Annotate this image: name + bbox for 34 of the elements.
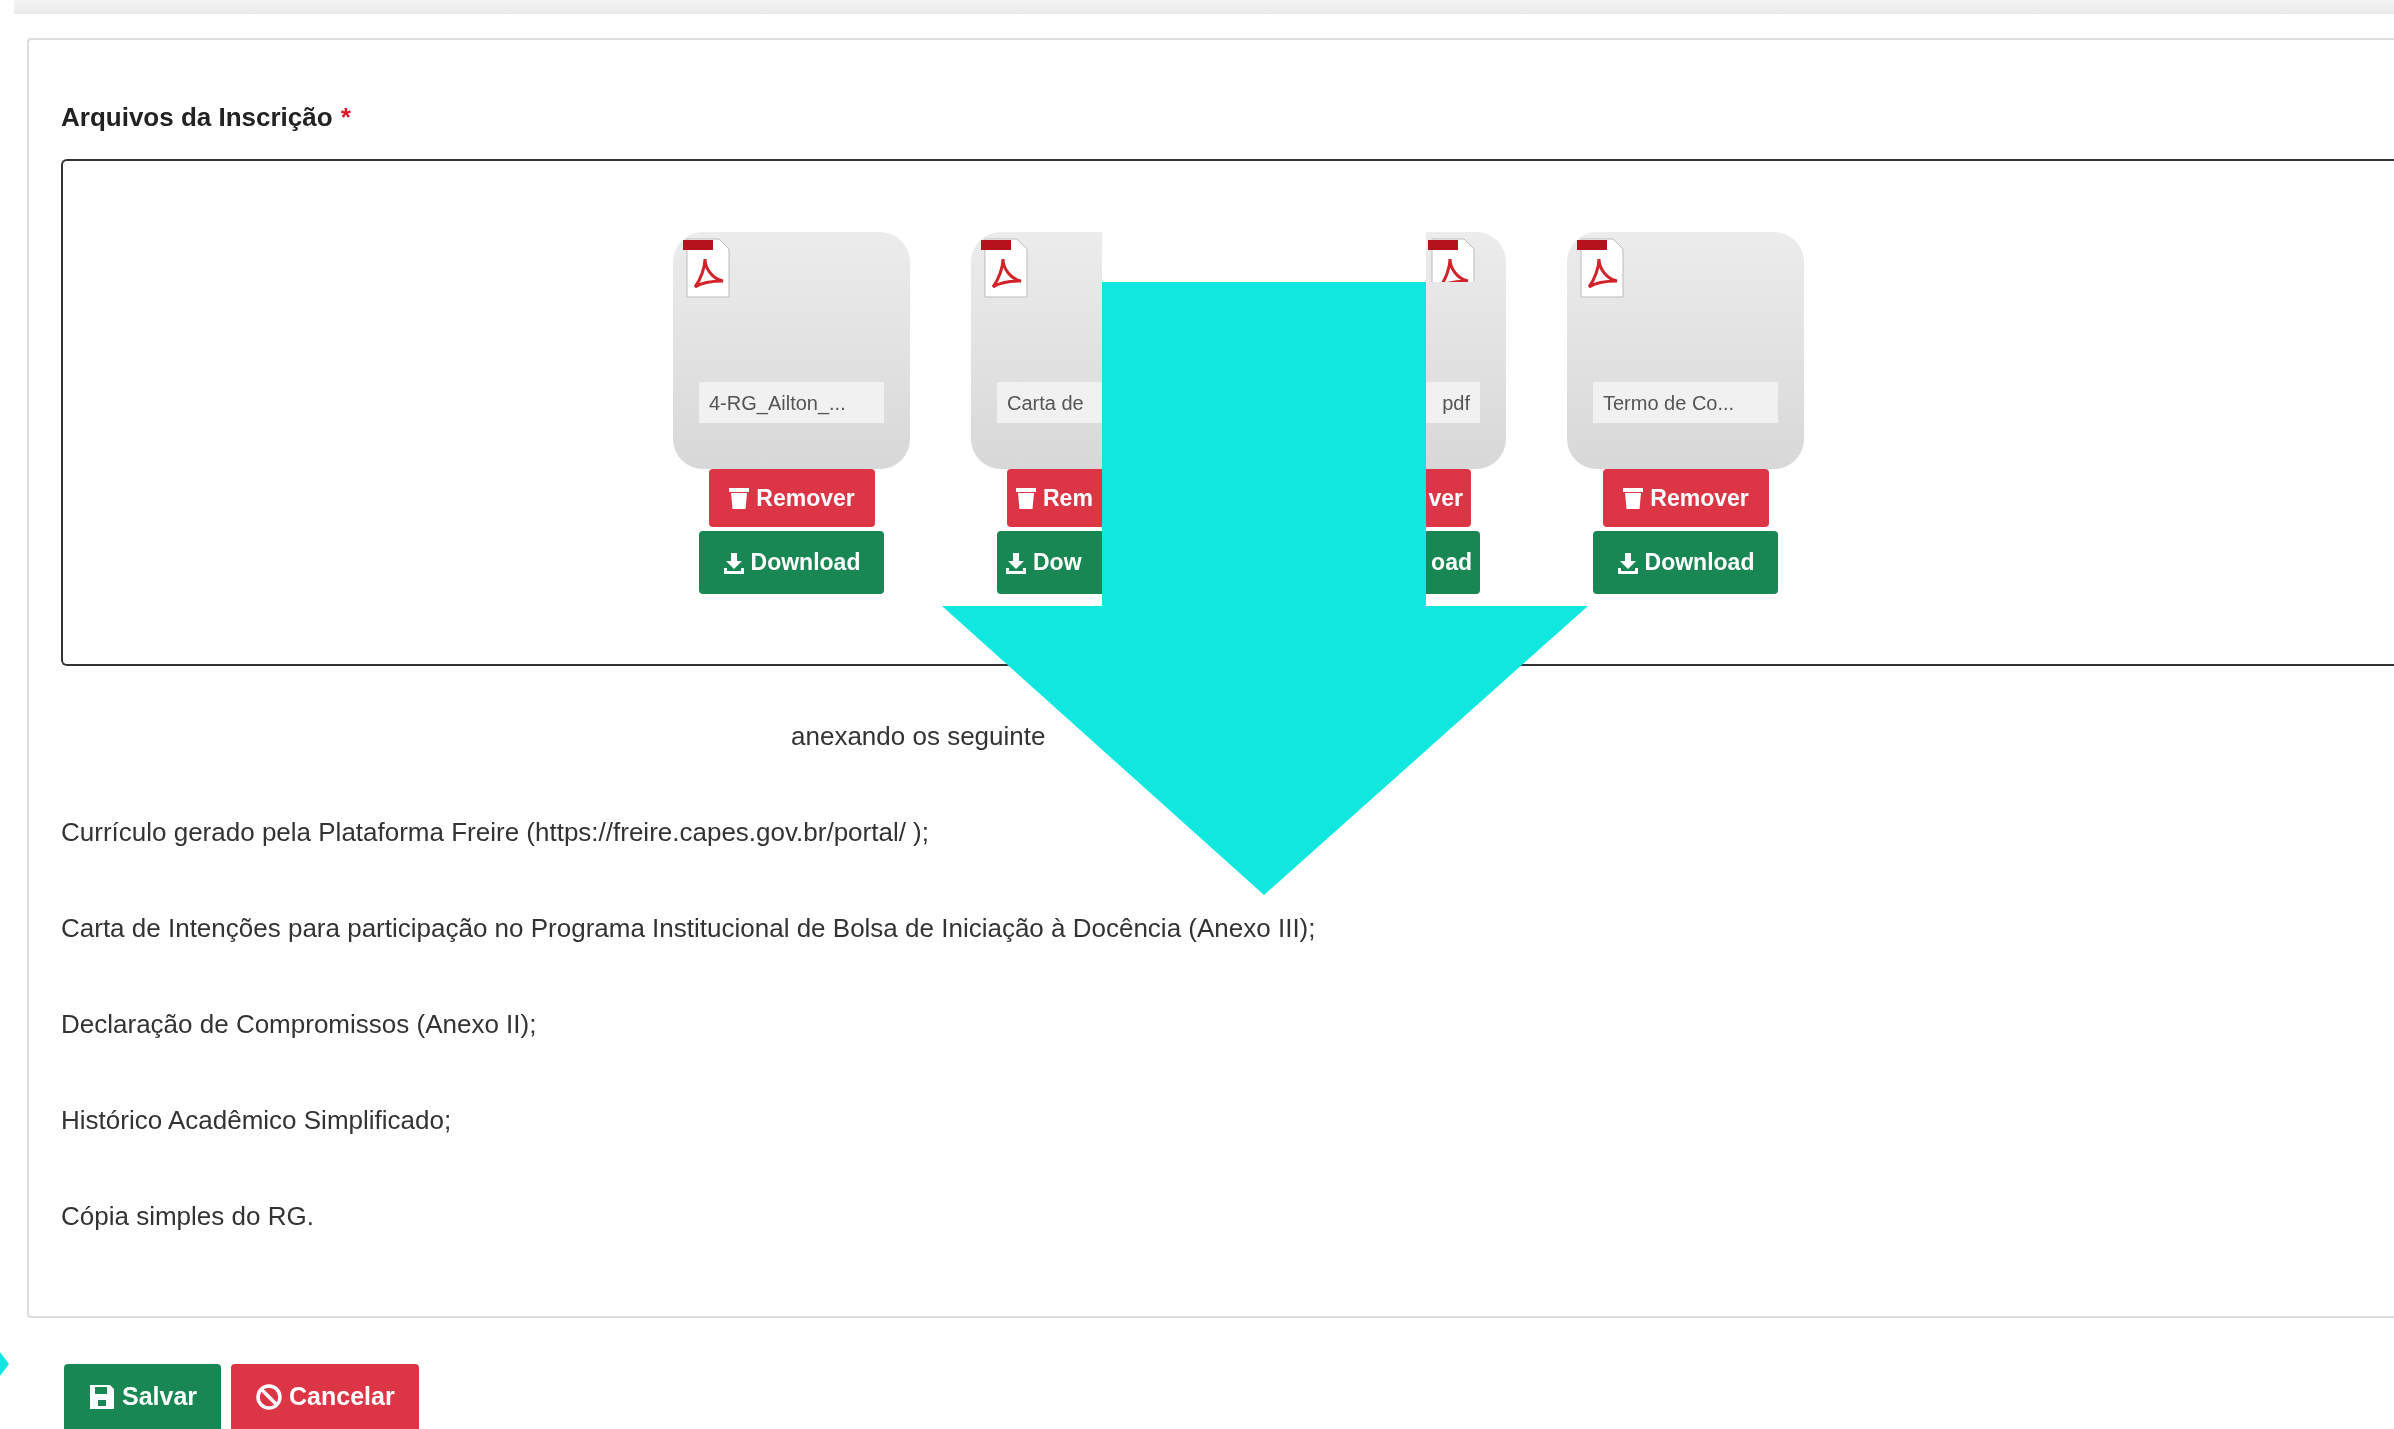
ban-icon — [255, 1383, 284, 1411]
file-name: Termo de Co... — [1593, 382, 1778, 423]
pdf-file-icon — [1426, 237, 1478, 282]
download-icon — [1005, 550, 1027, 575]
pdf-file-icon — [681, 237, 733, 299]
remove-button[interactable]: Rem — [1007, 469, 1103, 527]
requirement-text: Carta de Intenções para participação no Programa Institucional de Bolsa de Iniciação à Docência (Anexo III); — [61, 912, 1317, 945]
file-name: pdf — [1426, 382, 1480, 423]
requirement-text: Declaração de Compromissos (Anexo II); — [61, 1008, 538, 1041]
file-name: 4-RG_Ailton_... — [699, 382, 884, 423]
download-icon — [1616, 550, 1639, 575]
requirement-text: Currículo gerado pela Plataforma Freire (https://freire.capes.gov.br/portal/ ); — [61, 816, 930, 849]
requirement-text: Histórico Acadêmico Simplificado; — [61, 1104, 453, 1137]
save-button[interactable]: Salvar — [64, 1364, 222, 1429]
cancel-button[interactable]: Cancelar — [231, 1364, 419, 1429]
instruction-text: anexando os seguinte — [791, 720, 1047, 753]
download-button[interactable]: oad — [1426, 531, 1480, 594]
download-button[interactable]: Download — [1593, 531, 1778, 594]
pdf-file-icon — [979, 237, 1031, 299]
remove-button[interactable]: Remover — [708, 469, 875, 527]
requirement-text: Cópia simples do RG. — [61, 1200, 315, 1233]
file-name: Carta de — [997, 382, 1102, 423]
arrow-drawing — [0, 1352, 9, 1376]
trash-icon — [1622, 486, 1645, 510]
required-mark: * — [340, 101, 351, 134]
pdf-file-icon — [1575, 237, 1627, 299]
remove-button[interactable]: ver — [1426, 469, 1471, 527]
download-button[interactable]: Dow — [997, 531, 1102, 594]
download-button[interactable]: Download — [699, 531, 884, 594]
trash-icon — [1015, 486, 1037, 510]
section-title: Arquivos da Inscrição — [61, 101, 333, 134]
download-icon — [722, 550, 745, 575]
trash-icon — [728, 486, 751, 510]
remove-button[interactable]: Remover — [1602, 469, 1769, 527]
